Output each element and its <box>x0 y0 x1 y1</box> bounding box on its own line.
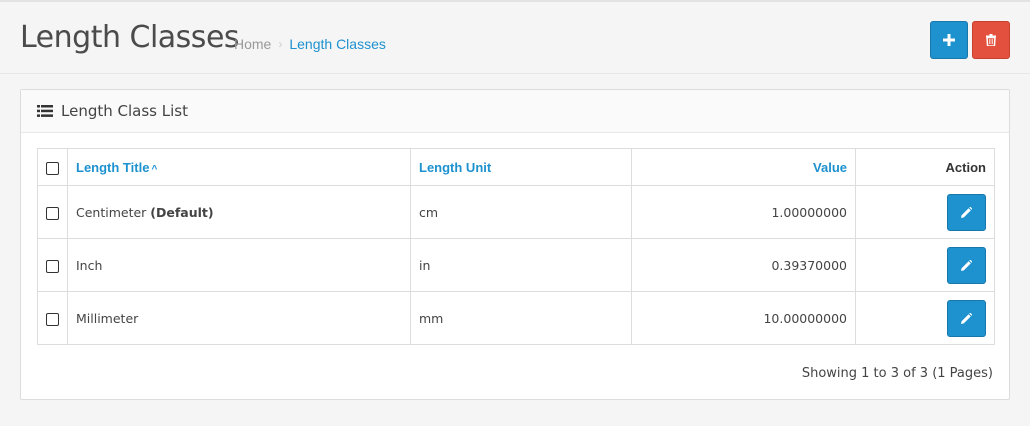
length-class-table: Length Title ^ Length Unit Value Action C… <box>37 148 995 345</box>
breadcrumb-home-link[interactable]: Home <box>234 36 271 52</box>
list-icon <box>37 105 53 117</box>
pencil-icon <box>961 312 972 324</box>
column-title-label: Length Title <box>76 159 150 175</box>
breadcrumb-separator: › <box>278 37 283 51</box>
sort-asc-icon: ^ <box>151 163 158 175</box>
panel-heading: Length Class List <box>21 90 1009 133</box>
column-header-unit: Length Unit <box>410 148 632 186</box>
delete-button[interactable] <box>972 21 1010 59</box>
table-row: Inch in 0.39370000 <box>37 238 995 292</box>
select-all-cell <box>37 148 68 186</box>
length-title-cell: Millimeter <box>67 291 411 345</box>
row-select-cell <box>37 185 68 239</box>
row-checkbox[interactable] <box>46 259 59 273</box>
table-row: Centimeter (Default) cm 1.00000000 <box>37 185 995 239</box>
edit-button[interactable] <box>947 193 986 231</box>
row-checkbox[interactable] <box>46 312 59 326</box>
page-header: Length Classes Home › Length Classes <box>0 2 1030 74</box>
length-title-cell: Inch <box>67 238 411 292</box>
default-label: (Default) <box>150 204 214 220</box>
breadcrumb: Home › Length Classes <box>234 36 386 52</box>
length-unit-cell: cm <box>410 185 632 239</box>
value-cell: 1.00000000 <box>631 185 856 239</box>
sort-by-title-link[interactable]: Length Title ^ <box>76 160 157 175</box>
sort-by-unit-link[interactable]: Length Unit <box>419 160 491 175</box>
length-unit-cell: in <box>410 238 632 292</box>
plus-icon <box>943 34 955 46</box>
action-cell <box>855 185 995 239</box>
table-header-row: Length Title ^ Length Unit Value Action <box>37 148 995 186</box>
edit-button[interactable] <box>947 299 986 337</box>
action-cell <box>855 291 995 345</box>
value-cell: 10.00000000 <box>631 291 856 345</box>
action-cell <box>855 238 995 292</box>
table-row: Millimeter mm 10.00000000 <box>37 291 995 345</box>
row-select-cell <box>37 291 68 345</box>
trash-icon <box>986 34 996 46</box>
column-header-value: Value <box>631 148 856 186</box>
page-title: Length Classes <box>20 20 240 55</box>
length-title-cell: Centimeter (Default) <box>67 185 411 239</box>
panel-title: Length Class List <box>61 102 188 120</box>
value-cell: 0.39370000 <box>631 238 856 292</box>
length-title: Inch <box>76 257 103 273</box>
row-select-cell <box>37 238 68 292</box>
row-checkbox[interactable] <box>46 206 59 220</box>
select-all-checkbox[interactable] <box>46 161 59 175</box>
breadcrumb-current-link[interactable]: Length Classes <box>289 36 386 52</box>
pencil-icon <box>961 259 972 271</box>
edit-button[interactable] <box>947 246 986 284</box>
pencil-icon <box>961 206 972 218</box>
add-new-button[interactable] <box>930 21 968 59</box>
length-class-panel: Length Class List Length Title ^ Length U… <box>20 89 1010 400</box>
pagination-results: Showing 1 to 3 of 3 (1 Pages) <box>801 366 993 381</box>
column-header-title: Length Title ^ <box>67 148 411 186</box>
sort-by-value-link[interactable]: Value <box>813 160 847 175</box>
length-title: Millimeter <box>76 310 139 326</box>
column-header-action: Action <box>855 148 995 186</box>
length-unit-cell: mm <box>410 291 632 345</box>
length-title: Centimeter <box>76 204 147 220</box>
